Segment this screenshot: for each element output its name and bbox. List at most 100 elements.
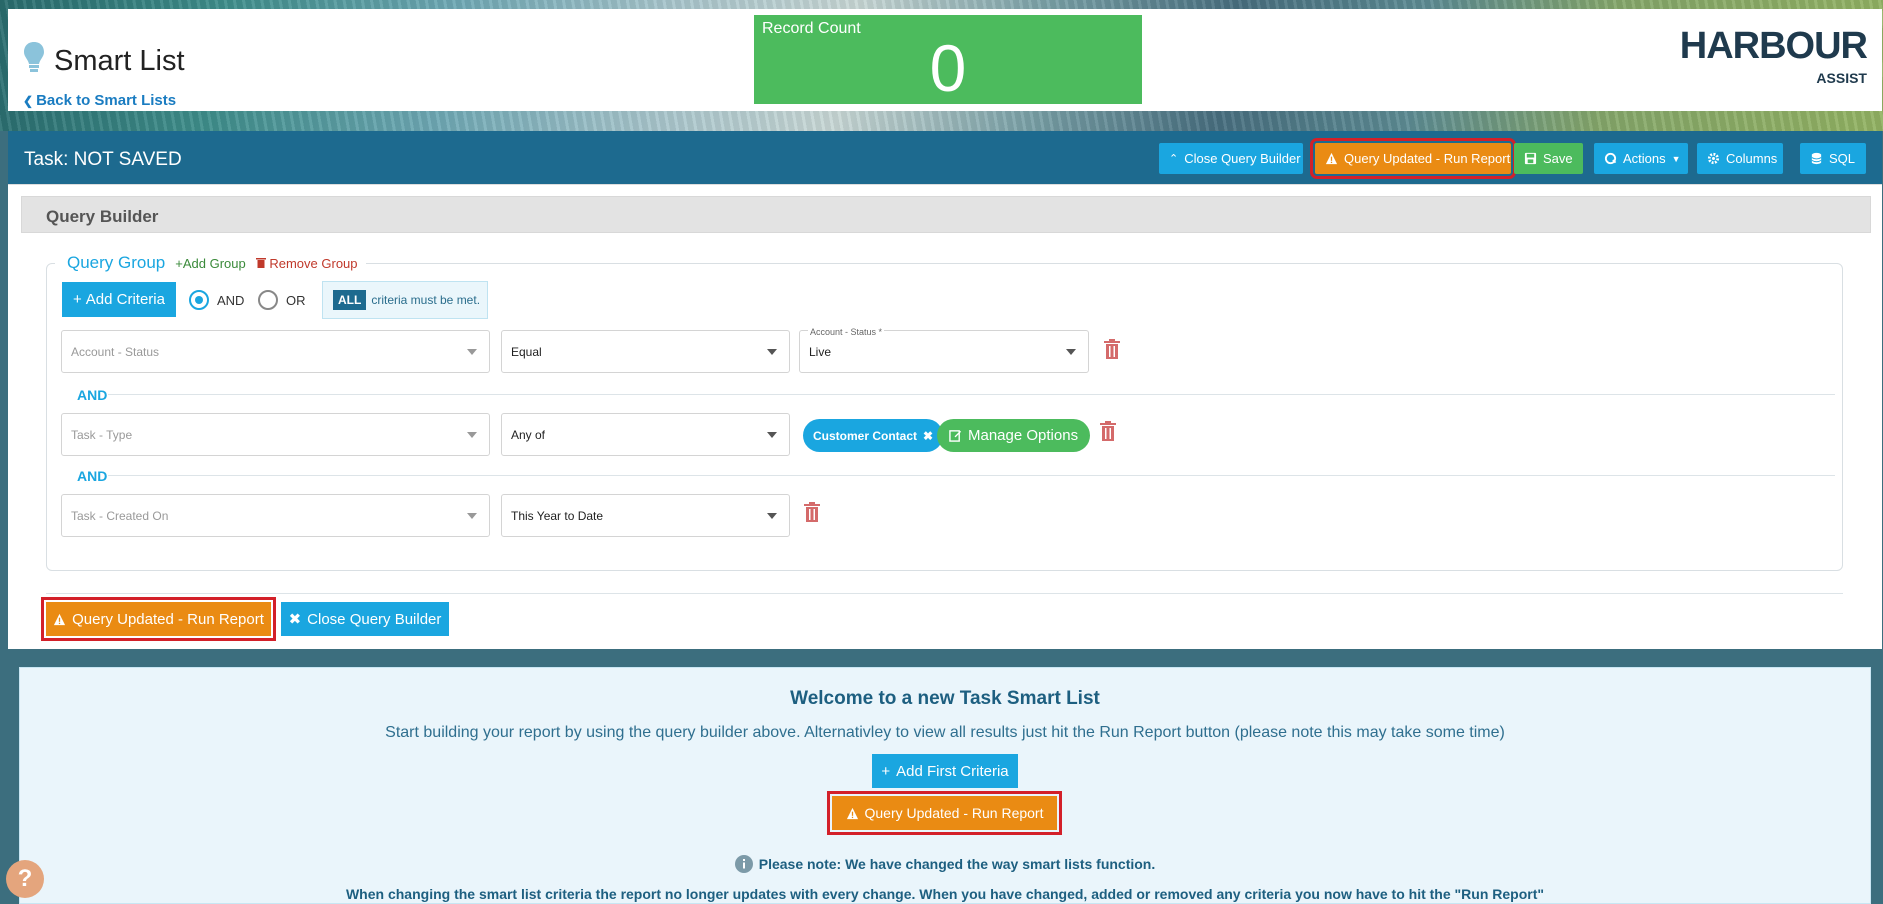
manage-options-label: Manage Options xyxy=(968,427,1079,444)
add-criteria-label: Add Criteria xyxy=(85,291,165,308)
chevron-left-icon: ❮ xyxy=(23,94,34,108)
record-count-box: Record Count 0 xyxy=(754,15,1142,105)
toolbar-run-report-label: Query Updated - Run Report xyxy=(1344,151,1511,166)
welcome-run-report-button[interactable]: Query Updated - Run Report xyxy=(827,791,1062,835)
criteria-1-value-select[interactable]: Account - Status * Live xyxy=(799,327,1089,373)
add-group-link[interactable]: +Add Group xyxy=(175,256,245,271)
logic-and-option[interactable]: AND xyxy=(189,290,244,310)
criteria-3-field-placeholder: Task - Created On xyxy=(71,508,169,523)
note-title-row: Please note: We have changed the way sma… xyxy=(20,855,1870,873)
remove-chip-icon[interactable]: ✖ xyxy=(923,429,933,443)
warning-icon xyxy=(54,613,66,625)
chevron-down-icon xyxy=(467,349,477,355)
wrench-icon xyxy=(1604,152,1617,165)
chevron-up-icon: ⌃ xyxy=(1169,153,1179,165)
database-icon xyxy=(1811,152,1822,165)
manage-options-button[interactable]: Manage Options xyxy=(937,419,1091,452)
columns-button[interactable]: Columns xyxy=(1697,143,1783,174)
all-note-text: criteria must be met. xyxy=(371,293,481,307)
query-builder-panel: Query Builder Query Group +Add Group Rem… xyxy=(8,184,1882,649)
query-builder-run-report-label: Query Updated - Run Report xyxy=(72,610,264,628)
criteria-1-value: Live xyxy=(809,344,832,359)
help-button[interactable]: ? xyxy=(6,860,44,898)
help-icon: ? xyxy=(17,865,33,892)
criteria-3-field-select[interactable]: Task - Created On xyxy=(61,494,490,537)
query-builder-title: Query Builder xyxy=(46,207,159,226)
plus-icon: + xyxy=(881,762,891,780)
query-group-title: Query Group xyxy=(67,253,166,272)
info-icon xyxy=(734,855,753,873)
and-radio[interactable] xyxy=(189,290,209,310)
or-radio[interactable] xyxy=(258,290,278,310)
query-builder-header: Query Builder xyxy=(21,196,1871,233)
back-link-label: Back to Smart Lists xyxy=(36,92,177,109)
criteria-1-field-placeholder: Account - Status xyxy=(71,344,160,359)
actions-dropdown-button[interactable]: Actions ▼ xyxy=(1594,143,1688,174)
logo-sub-text: ASSIST xyxy=(1816,70,1867,86)
delete-criteria-2-trash-icon[interactable] xyxy=(1100,421,1116,441)
query-group-legend: Query Group +Add Group Remove Group xyxy=(55,250,366,276)
toolbar-close-query-builder-label: Close Query Builder xyxy=(1184,151,1301,166)
selected-option-chip: Customer Contact ✖ xyxy=(803,419,944,452)
actions-label: Actions xyxy=(1623,151,1666,166)
toolbar: Task: NOT SAVED ⌃ Close Query Builder Qu… xyxy=(8,131,1882,184)
toolbar-close-query-builder-button[interactable]: ⌃ Close Query Builder xyxy=(1159,143,1303,174)
close-query-builder-label: Close Query Builder xyxy=(307,610,442,628)
add-first-criteria-label: Add First Criteria xyxy=(896,762,1009,780)
note-title: Please note: We have changed the way sma… xyxy=(758,856,1156,872)
criteria-1-field-select[interactable]: Account - Status xyxy=(61,330,490,373)
query-builder-run-report-button[interactable]: Query Updated - Run Report xyxy=(41,597,276,641)
welcome-text: Start building your report by using the … xyxy=(385,724,1505,741)
close-query-builder-button[interactable]: ✖ Close Query Builder xyxy=(281,602,449,636)
chevron-down-icon xyxy=(467,432,477,438)
criteria-2-operator-select[interactable]: Any of xyxy=(501,413,790,456)
plus-icon: + xyxy=(73,291,82,308)
page-title: Smart List xyxy=(54,45,185,77)
add-first-criteria-button[interactable]: + Add First Criteria xyxy=(872,754,1018,788)
lightbulb-icon xyxy=(24,42,44,72)
sql-button[interactable]: SQL xyxy=(1800,143,1866,174)
close-icon: ✖ xyxy=(288,611,302,628)
chevron-down-icon xyxy=(467,513,477,519)
criteria-1-operator-select[interactable]: Equal xyxy=(501,330,790,373)
toolbar-run-report-button[interactable]: Query Updated - Run Report xyxy=(1310,138,1516,179)
chevron-down-icon xyxy=(767,513,777,519)
sql-label: SQL xyxy=(1829,151,1856,166)
connector-line xyxy=(108,475,1835,476)
floppy-disk-icon xyxy=(1524,152,1537,165)
delete-criteria-1-trash-icon[interactable] xyxy=(1104,339,1120,359)
chevron-down-icon xyxy=(767,349,777,355)
columns-label: Columns xyxy=(1726,151,1778,166)
welcome-title: Welcome to a new Task Smart List xyxy=(790,688,1100,709)
caret-down-icon: ▼ xyxy=(1671,153,1681,164)
remove-group-link[interactable]: Remove Group xyxy=(255,255,358,271)
all-badge: ALL xyxy=(333,290,367,310)
save-button[interactable]: Save xyxy=(1514,143,1583,174)
criteria-2-operator-value: Any of xyxy=(511,427,546,442)
add-criteria-button[interactable]: + Add Criteria xyxy=(62,282,176,317)
criteria-2-field-placeholder: Task - Type xyxy=(71,427,133,442)
edit-icon xyxy=(949,430,962,442)
chevron-down-icon xyxy=(1066,349,1076,355)
remove-group-label: Remove Group xyxy=(269,255,358,271)
and-radio-label: AND xyxy=(217,292,245,308)
save-label: Save xyxy=(1543,151,1573,166)
warning-icon xyxy=(846,807,858,819)
criteria-3-operator-value: This Year to Date xyxy=(511,508,604,523)
query-builder-divider xyxy=(46,593,1843,594)
logic-or-option[interactable]: OR xyxy=(258,290,306,310)
delete-criteria-3-trash-icon[interactable] xyxy=(804,502,820,522)
criteria-3-operator-select[interactable]: This Year to Date xyxy=(501,494,790,537)
trash-icon xyxy=(255,257,266,268)
add-group-label: Add Group xyxy=(182,255,246,271)
all-criteria-note: ALL criteria must be met. xyxy=(322,281,488,319)
welcome-panel: Welcome to a new Task Smart List Start b… xyxy=(19,667,1871,904)
and-connector-1: AND xyxy=(77,387,108,403)
criteria-2-field-select[interactable]: Task - Type xyxy=(61,413,490,456)
warning-icon xyxy=(1325,152,1338,165)
or-radio-label: OR xyxy=(286,292,306,308)
back-to-smart-lists-link[interactable]: ❮ Back to Smart Lists xyxy=(23,92,176,109)
chevron-down-icon xyxy=(767,432,777,438)
record-count-value: 0 xyxy=(929,31,967,105)
task-title: Task: NOT SAVED xyxy=(24,149,182,170)
